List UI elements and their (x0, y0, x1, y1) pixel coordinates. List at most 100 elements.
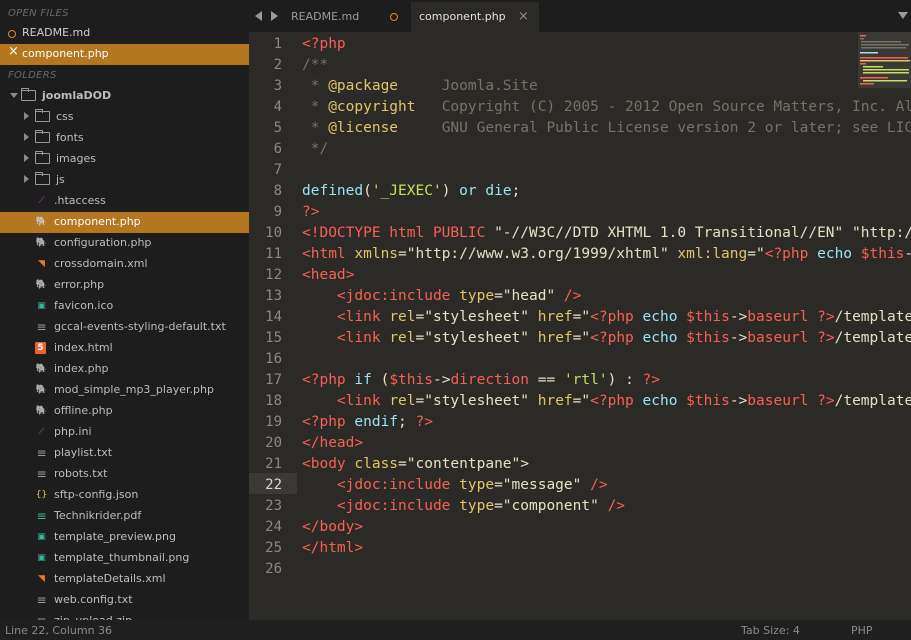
file-item[interactable]: 🐘 index.php (0, 359, 249, 380)
cursor-position: Line 22, Column 36 (5, 624, 113, 637)
file-item[interactable]: ≡ robots.txt (0, 464, 249, 485)
file-item[interactable]: ▣ template_thumbnail.png (0, 548, 249, 569)
code-line[interactable]: <?php (302, 34, 346, 55)
code-line[interactable]: * @package Joomla.Site (302, 76, 538, 97)
code-token: ->language; ?>"> (904, 246, 911, 262)
chevron-right-icon[interactable] (24, 133, 29, 141)
file-item[interactable]: ≡ web.config.txt (0, 590, 249, 611)
text-lines-icon: ≡ (36, 593, 47, 607)
file-label: crossdomain.xml (54, 257, 148, 270)
file-label: web.config.txt (54, 593, 133, 606)
code-line[interactable]: * @license GNU General Public License ve… (302, 118, 911, 139)
modified-dot-icon[interactable] (390, 13, 398, 21)
close-icon[interactable]: × (8, 45, 19, 59)
chevron-right-icon[interactable] (24, 154, 29, 162)
code-line[interactable]: <link rel="stylesheet" href="<?php echo … (302, 328, 911, 349)
elephant-icon: 🐘 (35, 217, 48, 227)
tab-next-arrow-icon[interactable] (271, 11, 278, 21)
open-file-item[interactable]: × component.php (0, 44, 249, 65)
file-item[interactable]: ◥ templateDetails.xml (0, 569, 249, 590)
file-item[interactable]: 🐘 mod_simple_mp3_player.php (0, 380, 249, 401)
code-token: Copyright (C) 2005 - 2012 Open Source Ma… (441, 99, 911, 115)
tab-prev-arrow-icon[interactable] (255, 11, 262, 21)
code-line[interactable]: </head> (302, 433, 363, 454)
file-label: configuration.php (54, 236, 152, 249)
code-line[interactable]: <?php endif; ?> (302, 412, 433, 433)
code-token: ="head" (494, 288, 564, 304)
code-line[interactable]: * @copyright Copyright (C) 2005 - 2012 O… (302, 97, 911, 118)
folder-item[interactable]: css (0, 107, 249, 128)
file-item[interactable]: 🐘 offline.php (0, 401, 249, 422)
file-item[interactable]: 🐘 component.php (0, 212, 249, 233)
code-line[interactable]: ?> (302, 202, 319, 223)
chevron-down-icon[interactable] (10, 93, 18, 98)
tab-readme[interactable]: README.md (283, 2, 409, 32)
code-line[interactable]: <link rel="stylesheet" href="<?php echo … (302, 307, 911, 328)
line-number: 12 (265, 267, 282, 283)
code-line[interactable]: <head> (302, 265, 354, 286)
code-token: '_JEXEC' (371, 183, 442, 199)
close-icon[interactable]: × (518, 9, 529, 24)
code-token: echo (642, 330, 678, 346)
tab-component-php[interactable]: component.php × (411, 2, 539, 32)
code-line[interactable]: <jdoc:include type="head" /> (302, 286, 581, 307)
code-line[interactable]: /** (302, 55, 328, 76)
code-line[interactable]: <body class="contentpane"> (302, 454, 529, 475)
open-file-item[interactable]: README.md (0, 23, 249, 44)
code-line[interactable]: defined('_JEXEC') or die; (302, 181, 520, 202)
file-item[interactable]: ◥ crossdomain.xml (0, 254, 249, 275)
line-number: 17 (265, 372, 282, 388)
tab-label: component.php (419, 10, 506, 23)
code-token: <?php (302, 372, 346, 388)
code-token: ?> (302, 204, 320, 220)
code-token: =" (572, 393, 591, 409)
chevron-right-icon[interactable] (24, 175, 29, 183)
file-item[interactable]: ▣ favicon.ico (0, 296, 249, 317)
code-token: ="stylesheet" (415, 393, 538, 409)
file-item[interactable]: ⟋ .htaccess (0, 191, 249, 212)
code-line[interactable]: <jdoc:include type="component" /> (302, 496, 625, 517)
folder-icon (35, 151, 50, 164)
file-item[interactable]: 🐘 error.php (0, 275, 249, 296)
file-item[interactable]: ≡ playlist.txt (0, 443, 249, 464)
code-token: ; (398, 414, 416, 430)
file-item[interactable]: ≡ Technikrider.pdf (0, 506, 249, 527)
code-line[interactable]: */ (302, 139, 328, 160)
file-item[interactable]: ≡ gccal-events-styling-default.txt (0, 317, 249, 338)
code-editor[interactable]: 1 2 3 4 5 6 7 8 9 10 11 12 13 14 15 16 17 18 19 20 21 22 23 24 2… (249, 32, 911, 620)
folder-item[interactable]: images (0, 149, 249, 170)
folder-item[interactable]: js (0, 170, 249, 191)
tab-size-indicator[interactable]: Tab Size: 4 (741, 624, 800, 637)
folder-item[interactable]: fonts (0, 128, 249, 149)
file-item[interactable]: ≡zip_upload.zip (0, 611, 249, 620)
file-item[interactable]: 🐘 configuration.php (0, 233, 249, 254)
syntax-indicator[interactable]: PHP (851, 624, 873, 637)
file-label: offline.php (54, 404, 113, 417)
quill-icon: ⟋ (38, 427, 45, 437)
elephant-icon: 🐘 (35, 238, 48, 248)
file-label: templateDetails.xml (54, 572, 166, 585)
code-token: </html> (302, 540, 364, 556)
file-item[interactable]: 5 index.html (0, 338, 249, 359)
file-label: favicon.ico (54, 299, 114, 312)
code-token: $this (686, 393, 730, 409)
code-token: href (537, 393, 573, 409)
file-item[interactable]: ▣ template_preview.png (0, 527, 249, 548)
code-token: $this (686, 309, 730, 325)
code-line[interactable]: <?php if ($this->direction == 'rtl') : ?… (302, 370, 660, 391)
folder-item[interactable]: joomlaDOD (0, 86, 249, 107)
file-item[interactable]: {} sftp-config.json (0, 485, 249, 506)
code-line[interactable]: <jdoc:include type="message" /> (302, 475, 608, 496)
minimap[interactable] (858, 32, 911, 88)
file-item[interactable]: ⟋ php.ini (0, 422, 249, 443)
code-line[interactable]: </html> (302, 538, 363, 559)
folder-label: js (56, 173, 65, 186)
code-line[interactable]: <html xmlns="http://www.w3.org/1999/xhtm… (302, 244, 911, 265)
code-line[interactable]: <link rel="stylesheet" href="<?php echo … (302, 391, 911, 412)
code-line[interactable]: </body> (302, 517, 363, 538)
tab-menu-chevron-icon[interactable] (898, 12, 908, 19)
code-line[interactable]: <!DOCTYPE html PUBLIC "-//W3C//DTD XHTML… (302, 223, 911, 244)
chevron-right-icon[interactable] (24, 112, 29, 120)
